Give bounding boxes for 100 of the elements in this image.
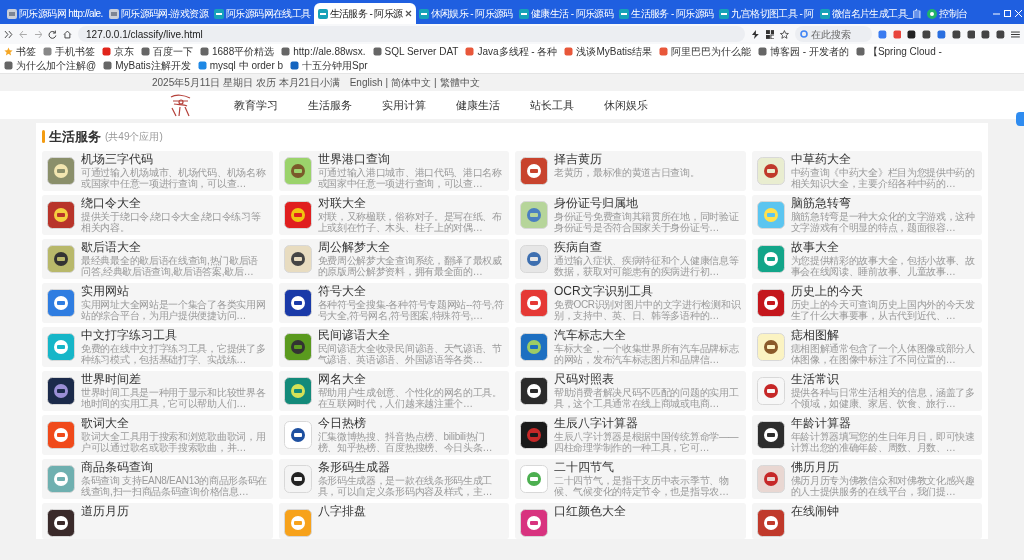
app-icon — [47, 332, 75, 361]
lightning-icon[interactable] — [750, 29, 760, 39]
browser-tab[interactable]: 控制台 — [924, 3, 971, 24]
app-title: 年龄计算器 — [790, 416, 852, 430]
app-card[interactable]: 中草药大全 中药查询《中药大全》栏目为您提供中药的相关知识大全，主要介绍各种中药的… — [751, 150, 982, 191]
app-icon — [47, 508, 75, 537]
app-title: 二十四节气 — [554, 460, 615, 474]
bookmark-link[interactable]: Java多线程 - 各种 — [465, 45, 558, 58]
site-favicon-icon — [214, 8, 225, 19]
browser-tab[interactable]: 生活服务 - 阿乐源码 — [616, 3, 717, 24]
app-title: 实用网站 — [81, 284, 130, 298]
app-card[interactable]: 网名大全 帮助用户生成创意、个性化的网名的工具。在互联网时代，人们越来越注重个… — [278, 370, 509, 411]
nav-link[interactable]: 健康生活 — [456, 96, 500, 114]
browser-tab[interactable]: 阿乐源码网-游戏资源 — [105, 3, 212, 24]
home-icon[interactable] — [63, 29, 73, 39]
bookmark-favicon-icon — [43, 47, 52, 56]
browser-tab[interactable]: 生活服务 - 阿乐源 — [313, 3, 416, 24]
app-card[interactable]: 对联大全 对联，又称楹联，俗称对子。是写在纸、布上或刻在竹子、木头、柱子上的对偶… — [278, 194, 509, 235]
app-card[interactable]: 口红颜色大全 — [515, 502, 746, 539]
browser-tab[interactable]: 阿乐源码网在线工具 — [211, 3, 314, 24]
nav-link[interactable]: 休闲娱乐 — [604, 96, 648, 114]
maximize-icon[interactable] — [1004, 10, 1011, 17]
app-card[interactable]: 绕口令大全 提供关于绕口令,绕口令大全,绕口令练习等相关内容。 — [42, 194, 273, 235]
app-card[interactable]: 歌词大全 歌词大全工具用于搜索和浏览歌曲歌词，用户可以通过歌名或歌手搜索歌曲，并… — [42, 414, 273, 455]
app-title: 网名大全 — [317, 372, 367, 386]
menu-icon[interactable] — [1011, 29, 1020, 39]
app-card[interactable]: 佛历月历 佛历月历专为佛教信众和对佛教文化感兴趣的人士提供服务的在线平台，我们提… — [751, 458, 982, 499]
app-icon — [756, 332, 785, 361]
app-card[interactable]: 中文打字练习工具 免费的在线中文打字练习工具，它提供了多种练习模式，包括基础打字、实战练… — [42, 326, 273, 367]
app-title: 绕口令大全 — [81, 196, 142, 210]
browser-tab[interactable]: 阿乐源码网 http://ale. — [4, 3, 106, 24]
app-card[interactable]: 历史上的今天 历史上的今天可查询历史上国内外的今天发生了什么大事要事，从古代到近代、… — [751, 282, 982, 323]
app-icon — [520, 420, 548, 449]
nav-link[interactable]: 生活服务 — [308, 96, 352, 114]
browser-tab[interactable]: 休闲娱乐 - 阿乐源码 — [415, 3, 516, 24]
bookmark-link[interactable]: 书签 — [4, 45, 36, 58]
app-title: 八字排盘 — [317, 504, 366, 518]
app-card[interactable]: 周公解梦大全 免费周公解梦大全查询系统，翻译了最权威的原版周公解梦资料，拥有最全面的… — [278, 238, 509, 279]
star-icon[interactable] — [780, 29, 790, 39]
app-icon — [520, 244, 548, 273]
bookmark-link[interactable]: 手机书签 — [43, 45, 95, 58]
browser-tab[interactable]: 健康生活 - 阿乐源码 — [515, 3, 617, 24]
expand-icon[interactable] — [4, 29, 13, 39]
app-card[interactable]: 汽车标志大全 车标大全，一个收集世界所有汽车品牌标志的网站，发布汽车标志图片和品牌信… — [515, 326, 746, 367]
app-description: 提供各种与日常生活相关的信息，涵盖了多个领域，如健康、家居、饮食、旅行… — [790, 386, 976, 409]
bookmark-link[interactable]: mysql 中 order b — [197, 59, 284, 72]
grid-icon[interactable] — [765, 29, 775, 39]
app-card[interactable]: 身份证号归属地 身份证号免费查询其籍贯所在地，同时验证身份证号是否符合国家关于身份证号… — [515, 194, 746, 235]
nav-link[interactable]: 实用计算 — [382, 96, 426, 114]
bookmark-link[interactable]: 阿里巴巴为什么能 — [659, 45, 751, 58]
app-card[interactable]: 故事大全 为您提供精彩的故事大全，包括小故事、故事会在线阅读、睡前故事、儿童故事… — [751, 238, 982, 279]
app-card[interactable]: 择吉黄历 老黄历，最标准的黄道吉日查询。 — [515, 150, 746, 191]
bookmark-link[interactable]: 十五分钟用Spr — [290, 59, 368, 72]
bookmark-link[interactable]: MyBatis注解开发 — [103, 59, 191, 72]
app-card[interactable]: 疾病自查 通过输入症状、疾病特征和个人健康信息等数据，获取对可能患有的疾病进行初… — [515, 238, 746, 279]
app-description: 佛历月历专为佛教信众和对佛教文化感兴趣的人士提供服务的在线平台，我们提… — [790, 474, 976, 497]
bookmark-link[interactable]: 【Spring Cloud - — [855, 45, 942, 58]
site-favicon-icon — [518, 8, 529, 19]
app-card[interactable]: 商品条码查询 条码查询 支持EAN8/EAN13的商品形条码在线查询,扫一扫商品条码查询价格信息… — [42, 458, 273, 499]
nav-link[interactable]: 站长工具 — [530, 96, 574, 114]
bookmark-link[interactable]: 京东 — [102, 45, 134, 58]
app-card[interactable]: 道历月历 — [42, 502, 273, 539]
search-field[interactable]: 在此搜索 — [795, 26, 872, 42]
bookmark-link[interactable]: 为什么加个注解@ — [4, 59, 97, 72]
address-field[interactable]: 127.0.0.1/classify/live.html — [78, 26, 745, 42]
app-card[interactable]: 年龄计算器 年龄计算器填写您的生日年月日，即可快速计算出您的准确年龄、周数、月数、… — [751, 414, 982, 455]
bookmark-link[interactable]: 百度一下 — [141, 45, 193, 58]
app-card[interactable]: 今日热榜 汇集微博热搜、抖音热点榜、bilibili热门榜、知乎热榜、百度热搜榜、今日头条… — [278, 414, 509, 455]
app-card[interactable]: 在线闹钟 — [751, 502, 982, 539]
language-link[interactable]: 繁體中文 — [439, 77, 480, 89]
app-title: 痣相图解 — [790, 328, 840, 342]
app-card[interactable]: 民间谚语大全 民间谚语大全收录民间谚语、天气谚语、节气谚语、英语谚语、外国谚语等各类… — [278, 326, 509, 367]
browser-tab[interactable]: 九宫格切图工具 - 阿 — [716, 3, 817, 24]
language-link[interactable]: English — [349, 77, 383, 89]
app-title: OCR文字识别工具 — [554, 284, 654, 298]
bookmark-link[interactable]: 博客园 - 开发者的 — [758, 45, 849, 58]
reload-icon[interactable] — [48, 29, 58, 39]
app-card[interactable]: 八字排盘 — [278, 502, 509, 539]
app-card[interactable]: 生活常识 提供各种与日常生活相关的信息，涵盖了多个领域，如健康、家居、饮食、旅行… — [751, 370, 982, 411]
app-description: 免费周公解梦大全查询系统，翻译了最权威的原版周公解梦资料，拥有最全面的… — [317, 254, 503, 277]
app-description: 对联，又称楹联，俗称对子。是写在纸、布上或刻在竹子、木头、柱子上的对偶… — [317, 210, 503, 233]
bookmark-favicon-icon — [758, 47, 767, 56]
bookmark-link[interactable]: SQL Server DAT — [372, 45, 459, 58]
app-description: 汇集微博热搜、抖音热点榜、bilibili热门榜、知乎热榜、百度热搜榜、今日头条… — [317, 430, 494, 453]
app-icon — [520, 200, 548, 229]
language-link[interactable]: 简体中文 — [391, 77, 432, 89]
app-card[interactable]: OCR文字识别工具 免费OCR识别对图片中的文字进行检测和识别，支持中、英、日、韩等多语种的… — [515, 282, 746, 323]
nav-link[interactable]: 教育学习 — [234, 96, 278, 114]
app-title: 生辰八字计算器 — [554, 416, 639, 430]
minimize-icon[interactable] — [993, 10, 1000, 17]
bookmark-link[interactable]: http://ale.88wsx. — [281, 45, 366, 58]
app-title: 在线闹钟 — [790, 504, 839, 518]
close-icon[interactable] — [404, 10, 412, 17]
app-card[interactable]: 歇后语大全 最经典最全的歇后语在线查询,热门歇后语问答,经典歇后语查询,歇后语答案,歇后… — [42, 238, 273, 279]
app-card[interactable]: 尺码对照表 帮助消费者解决尺码不匹配的问题的实用工具，这个工具通常在线上商城或电商… — [515, 370, 746, 411]
bookmark-link[interactable]: 浅谈MyBatis结果 — [564, 45, 652, 58]
app-description: 各种符号全搜集-各种符号专题网站--符号,符号大全,符号网名,符号图案,特殊符号,… — [317, 298, 504, 321]
app-card[interactable]: 符号大全 各种符号全搜集-各种符号专题网站--符号,符号大全,符号网名,符号图案,特殊符号,… — [278, 282, 509, 323]
browser-tab[interactable]: 微信名片生成工具_自 — [816, 3, 925, 24]
bookmark-link[interactable]: 1688平价精选 — [200, 45, 275, 58]
